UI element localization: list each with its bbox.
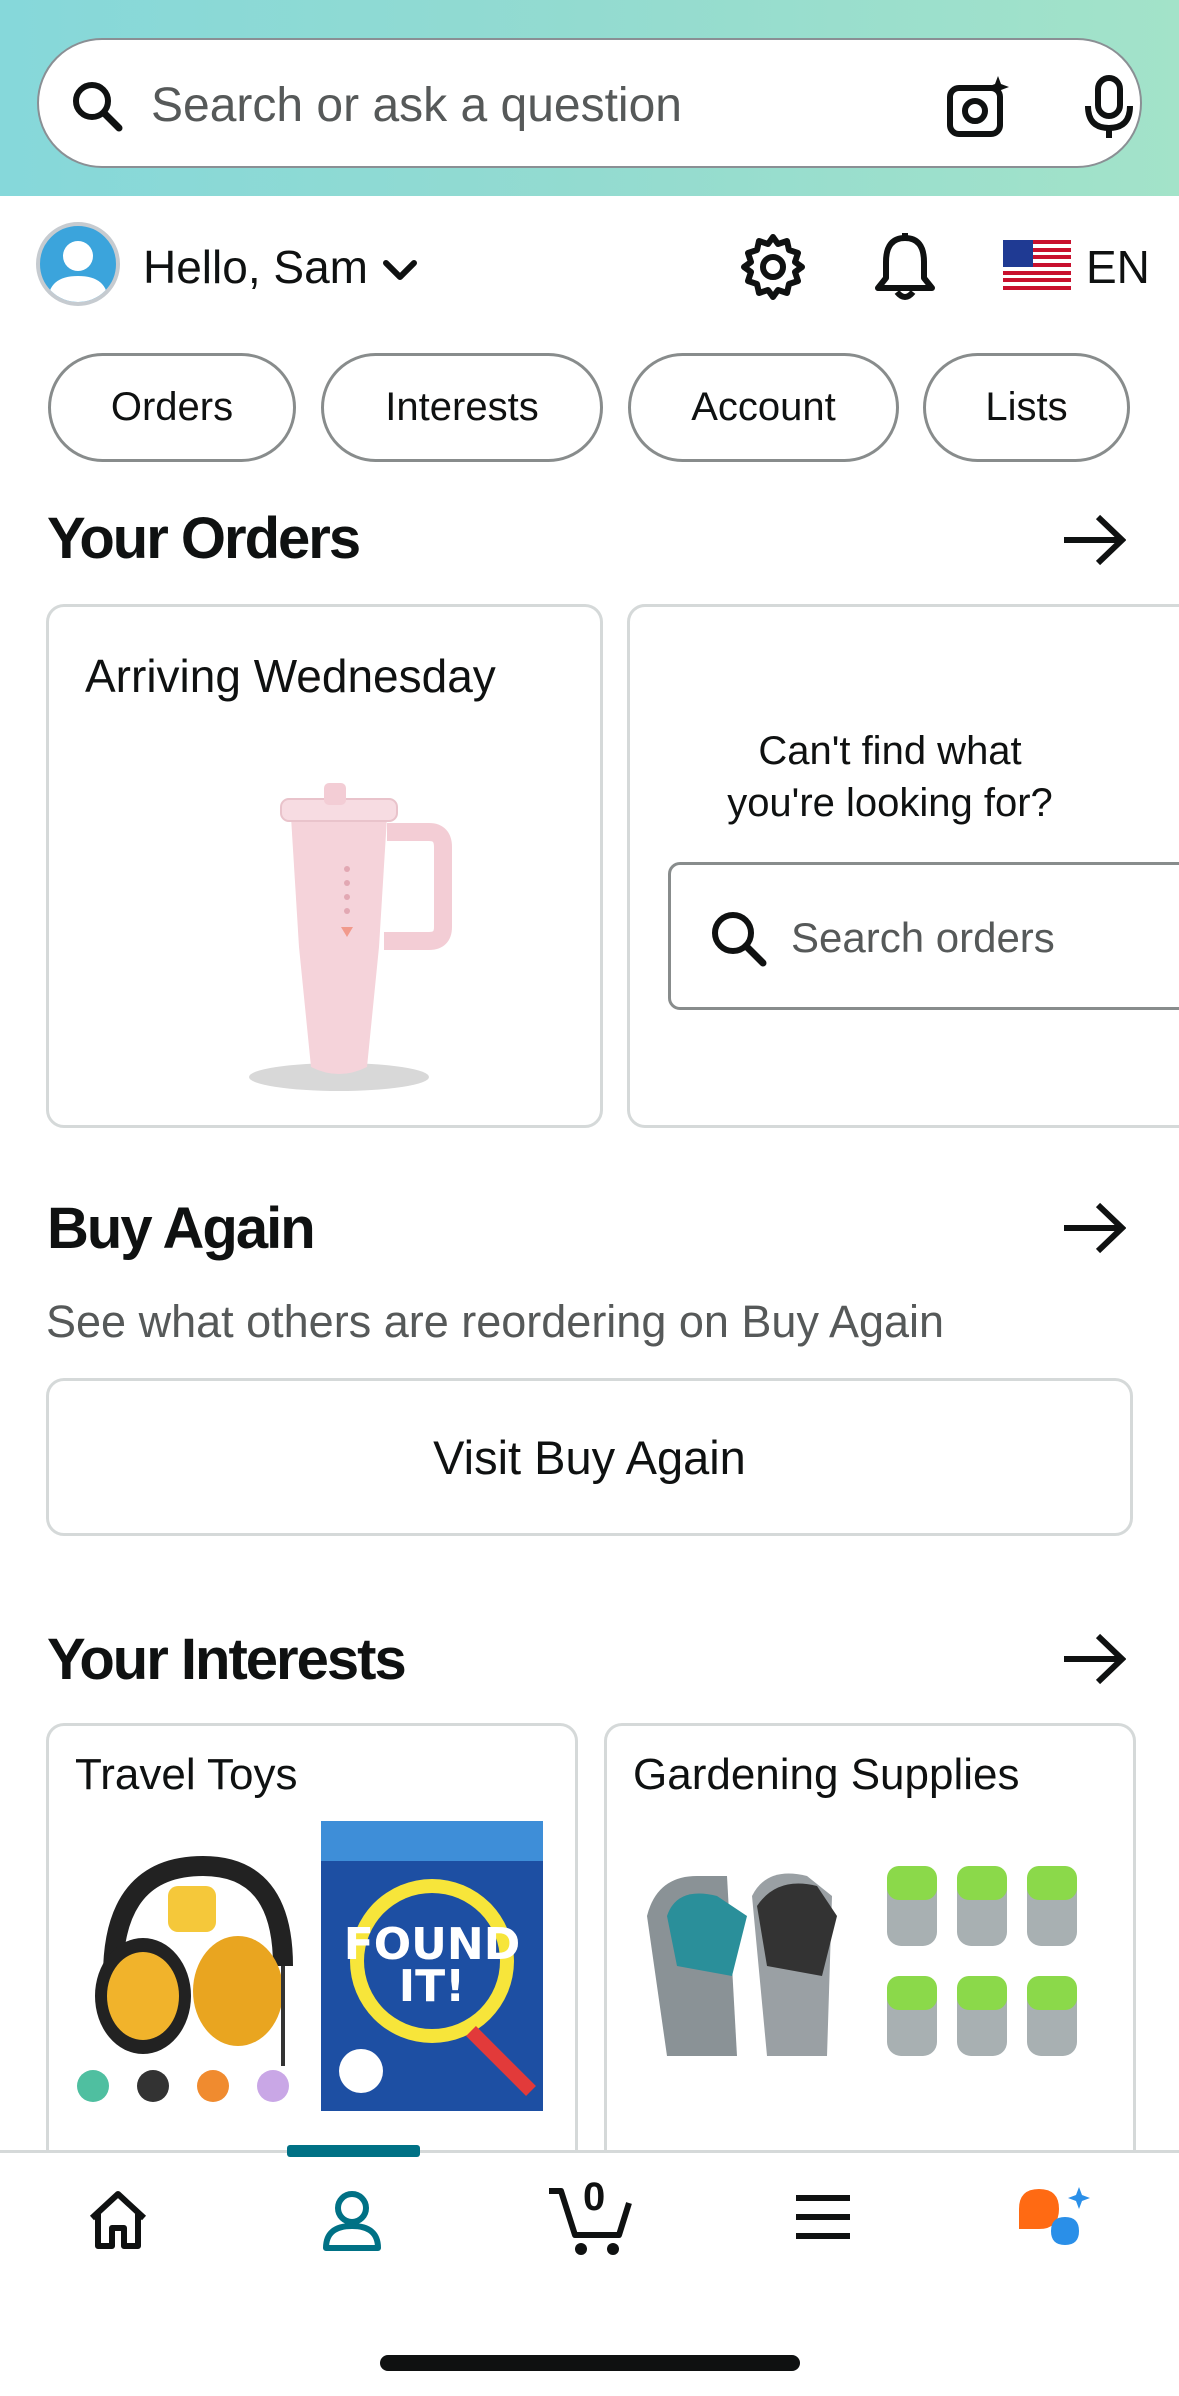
chevron-down-icon[interactable] (380, 250, 420, 290)
buy-again-arrow-icon[interactable] (1062, 1202, 1126, 1254)
orders-arrow-icon[interactable] (1062, 514, 1126, 566)
chip-label: Lists (985, 385, 1068, 429)
search-icon (712, 912, 767, 967)
chip-label: Interests (385, 385, 539, 429)
cart-count: 0 (583, 2175, 606, 2219)
us-flag-icon[interactable] (1003, 240, 1071, 290)
gear-icon[interactable] (738, 232, 808, 302)
account-header: Hello, Sam EN (0, 210, 1179, 320)
chip-interests[interactable]: Interests (321, 353, 603, 462)
home-icon[interactable] (86, 2188, 150, 2252)
order-search-card: Can't find what you're looking for? Sear… (627, 604, 1179, 1128)
search-orders-field[interactable]: Search orders (668, 862, 1179, 1010)
menu-icon[interactable] (794, 2188, 852, 2246)
found-it-game-image: FOUND IT! (321, 1821, 543, 2111)
active-tab-indicator (287, 2145, 420, 2157)
headphones-product-image (77, 1855, 293, 2102)
top-search-banner: Search or ask a question (0, 0, 1179, 196)
chip-orders[interactable]: Orders (48, 353, 296, 462)
profile-icon[interactable] (320, 2188, 384, 2252)
rufus-ai-assistant-icon[interactable] (1015, 2185, 1095, 2257)
interest-card-travel-toys[interactable]: Travel Toys FOUND IT! (46, 1723, 578, 2183)
orders-section-title[interactable]: Your Orders (47, 505, 361, 572)
bell-icon[interactable] (872, 232, 938, 302)
cart-button[interactable]: 0 (545, 2175, 635, 2259)
chip-lists[interactable]: Lists (923, 353, 1130, 462)
gloves-product-image (647, 1866, 1077, 2056)
visit-buy-again-button[interactable]: Visit Buy Again (46, 1378, 1133, 1536)
order-card-arriving[interactable]: Arriving Wednesday (46, 604, 603, 1128)
interest-title: Travel Toys (75, 1750, 298, 1799)
visit-buy-again-label: Visit Buy Again (433, 1430, 746, 1484)
interests-section-title[interactable]: Your Interests (47, 1626, 407, 1693)
camera-search-icon[interactable] (944, 74, 1010, 140)
microphone-icon[interactable] (1079, 74, 1139, 140)
avatar[interactable] (36, 222, 120, 306)
chip-account[interactable]: Account (628, 353, 899, 462)
search-orders-placeholder: Search orders (791, 914, 1055, 961)
chip-label: Orders (110, 385, 234, 429)
tumbler-product-image (249, 783, 452, 1091)
order-search-prompt: Can't find what you're looking for? (727, 729, 1053, 825)
search-input[interactable]: Search or ask a question (151, 78, 682, 133)
order-status-text: Arriving Wednesday (85, 650, 496, 702)
svg-text:IT!: IT! (399, 1961, 465, 2012)
greeting-text[interactable]: Hello, Sam (143, 240, 368, 294)
interest-card-gardening[interactable]: Gardening Supplies (604, 1723, 1136, 2183)
search-icon (73, 82, 123, 132)
user-silhouette-icon (48, 241, 108, 302)
interests-arrow-icon[interactable] (1062, 1633, 1126, 1685)
chip-label: Account (691, 385, 836, 429)
interest-title: Gardening Supplies (633, 1750, 1020, 1799)
search-bar[interactable]: Search or ask a question (37, 38, 1142, 168)
buy-again-subtitle: See what others are reordering on Buy Ag… (46, 1296, 945, 1347)
buy-again-title[interactable]: Buy Again (47, 1195, 316, 1262)
language-label[interactable]: EN (1086, 240, 1150, 294)
home-indicator (380, 2355, 800, 2371)
